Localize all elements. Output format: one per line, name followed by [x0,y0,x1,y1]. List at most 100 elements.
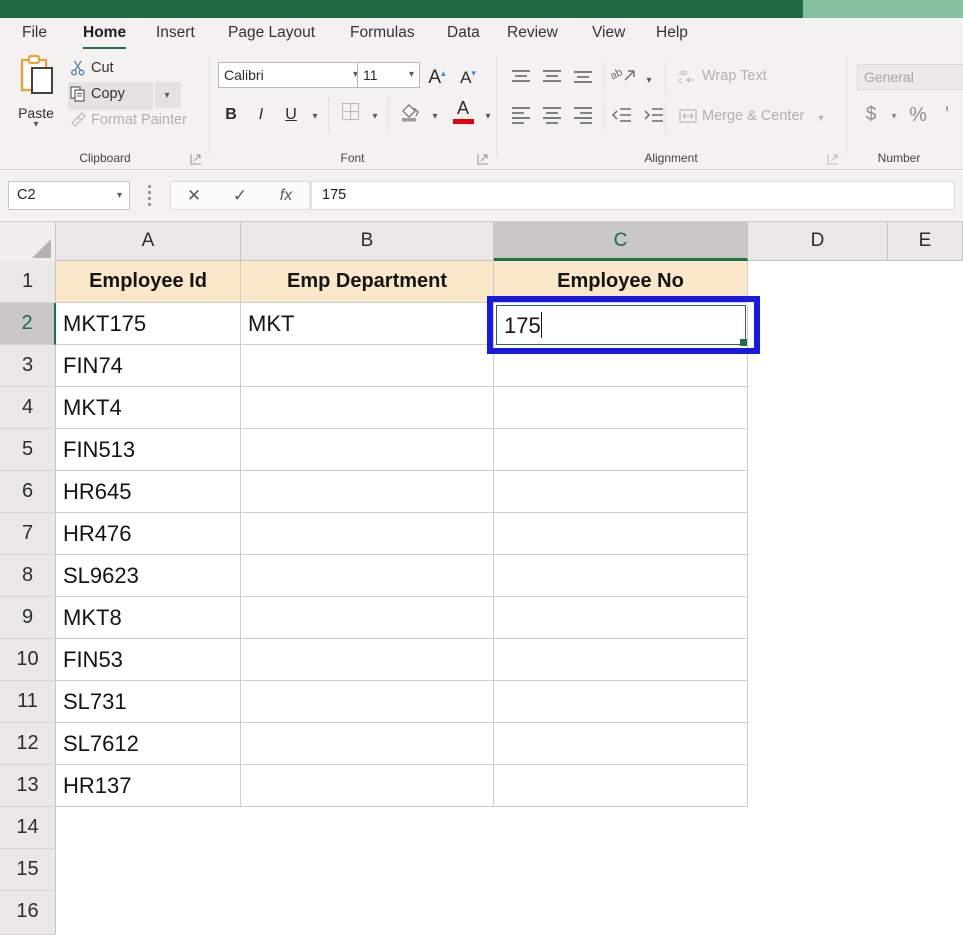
align-center-button[interactable] [540,106,566,124]
borders-button[interactable] [335,102,365,130]
confirm-edit-icon[interactable]: ✓ [217,182,263,209]
cell-a16[interactable] [56,891,241,935]
decrease-font-size-button[interactable]: A▾ [453,60,483,92]
increase-font-size-button[interactable]: A▴ [422,60,452,92]
name-box-chevron-down-icon[interactable]: ▾ [117,182,122,209]
orientation-button[interactable]: ab [611,66,637,93]
cell-b6[interactable] [241,471,494,513]
tab-file[interactable]: File [18,18,51,50]
row-header-3[interactable]: 3 [0,345,56,387]
cell-b1[interactable]: Emp Department [241,261,494,303]
tab-help[interactable]: Help [652,18,692,50]
font-size-chevron-down-icon[interactable]: ▾ [409,63,414,87]
tab-insert[interactable]: Insert [152,18,199,50]
copy-button[interactable]: Copy [68,82,153,110]
bold-button[interactable]: B [218,102,244,128]
tab-review[interactable]: Review [503,18,562,50]
row-header-2[interactable]: 2 [0,303,56,345]
cell-c7[interactable] [494,513,748,555]
copy-chevron-down-icon[interactable]: ▾ [155,82,181,108]
row-header-4[interactable]: 4 [0,387,56,429]
cell-c9[interactable] [494,597,748,639]
align-top-button[interactable] [509,68,535,86]
paste-button[interactable]: Paste ▾ [6,54,66,150]
row-header-12[interactable]: 12 [0,723,56,765]
select-all-corner-button[interactable] [0,222,56,261]
cut-button[interactable]: Cut [68,56,118,84]
formula-input[interactable]: 175 [311,181,955,210]
merge-and-center-button[interactable]: Merge & Center [677,104,808,132]
column-header-a[interactable]: A [56,222,241,261]
cell-c4[interactable] [494,387,748,429]
cell-c3[interactable] [494,345,748,387]
row-header-14[interactable]: 14 [0,807,56,849]
accounting-format-button[interactable]: $ [859,102,883,128]
underline-button[interactable]: U [278,102,304,128]
font-color-chevron-down-icon[interactable]: ▾ [478,102,498,130]
column-header-d[interactable]: D [748,222,888,261]
cell-b3[interactable] [241,345,494,387]
cell-b2[interactable]: MKT [241,303,494,345]
row-header-15[interactable]: 15 [0,849,56,891]
cell-a6[interactable]: HR645 [56,471,241,513]
cell-b12[interactable] [241,723,494,765]
row-header-7[interactable]: 7 [0,513,56,555]
cell-b9[interactable] [241,597,494,639]
cell-a15[interactable] [56,849,241,891]
cell-a7[interactable]: HR476 [56,513,241,555]
row-header-9[interactable]: 9 [0,597,56,639]
tab-formulas[interactable]: Formulas [346,18,419,50]
tab-page-layout[interactable]: Page Layout [224,18,319,50]
borders-chevron-down-icon[interactable]: ▾ [365,102,385,130]
row-header-16[interactable]: 16 [0,891,56,935]
format-painter-button[interactable]: Format Painter [68,108,191,136]
underline-chevron-down-icon[interactable]: ▾ [305,102,325,130]
cell-b7[interactable] [241,513,494,555]
cancel-edit-icon[interactable]: ✕ [171,182,217,209]
tab-data[interactable]: Data [443,18,484,50]
fill-handle[interactable] [740,339,747,346]
cell-a5[interactable]: FIN513 [56,429,241,471]
font-dialog-launcher-icon[interactable] [477,152,489,164]
cell-b11[interactable] [241,681,494,723]
cell-a10[interactable]: FIN53 [56,639,241,681]
wrap-text-button[interactable]: ab c Wrap Text [677,64,771,92]
clipboard-dialog-launcher-icon[interactable] [190,152,202,164]
name-box[interactable]: C2 ▾ [8,181,130,210]
number-format-select[interactable]: General [857,64,963,90]
cell-c10[interactable] [494,639,748,681]
cell-a14[interactable] [56,807,241,849]
font-name-input[interactable]: Calibri ▾ [218,62,364,88]
fill-color-button[interactable] [395,102,425,131]
increase-indent-button[interactable] [643,106,665,129]
cell-b4[interactable] [241,387,494,429]
cell-c1[interactable]: Employee No [494,261,748,303]
align-bottom-button[interactable] [571,68,597,86]
cell-c6[interactable] [494,471,748,513]
active-cell-editor[interactable]: 175 [496,305,746,345]
italic-button[interactable]: I [248,102,274,128]
cell-a12[interactable]: SL7612 [56,723,241,765]
cell-b8[interactable] [241,555,494,597]
column-header-c[interactable]: C [494,222,748,261]
comma-style-button[interactable]: ’ [935,102,959,128]
orientation-chevron-down-icon[interactable]: ▾ [640,66,658,94]
column-header-e[interactable]: E [888,222,963,261]
cell-b10[interactable] [241,639,494,681]
cell-c8[interactable] [494,555,748,597]
row-header-6[interactable]: 6 [0,471,56,513]
align-left-button[interactable] [509,106,535,124]
alignment-dialog-launcher-icon[interactable] [827,152,839,164]
row-header-11[interactable]: 11 [0,681,56,723]
row-header-1[interactable]: 1 [0,261,56,303]
align-middle-button[interactable] [540,68,566,86]
cell-a8[interactable]: SL9623 [56,555,241,597]
column-header-b[interactable]: B [241,222,494,261]
paste-chevron-down-icon[interactable]: ▾ [6,119,66,130]
cell-a11[interactable]: SL731 [56,681,241,723]
align-right-button[interactable] [571,106,597,124]
cell-b13[interactable] [241,765,494,807]
merge-chevron-down-icon[interactable]: ▾ [812,104,830,132]
font-color-button[interactable]: A [448,98,478,124]
cell-a1[interactable]: Employee Id [56,261,241,303]
